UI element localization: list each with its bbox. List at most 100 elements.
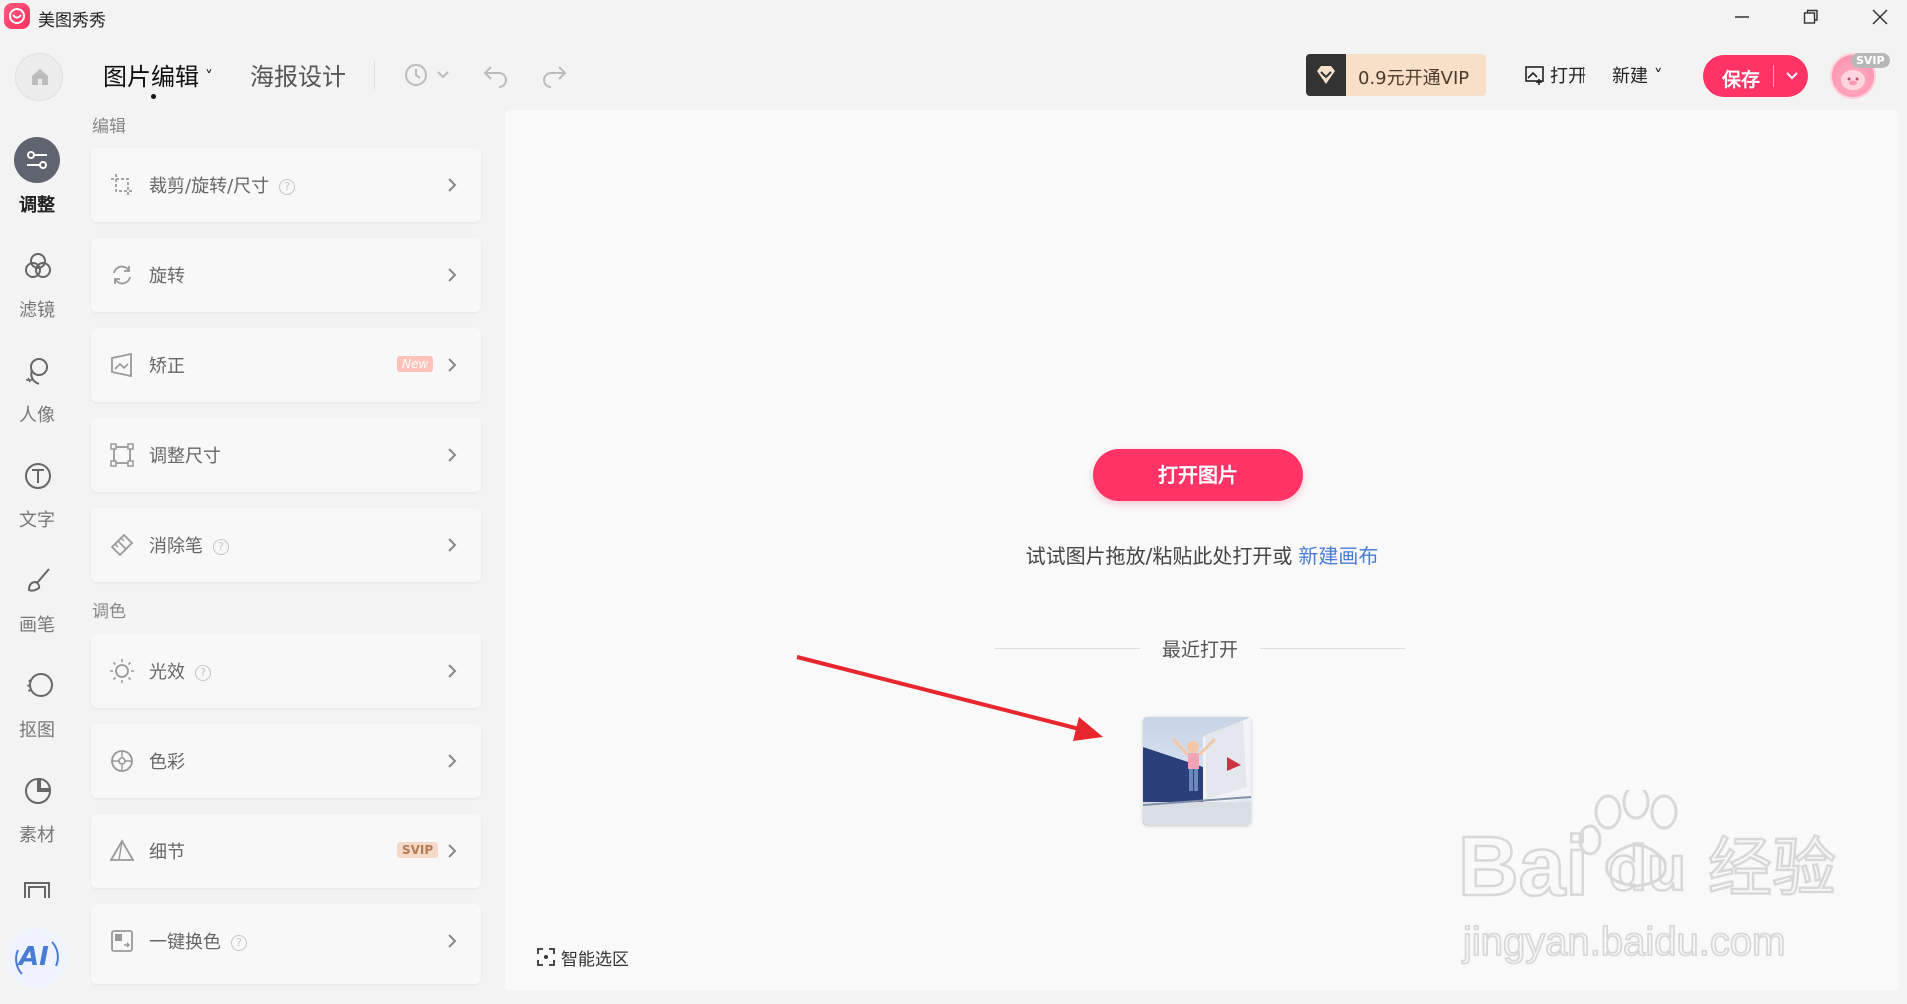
new-file-button[interactable]: 新建 ˅ <box>1612 62 1663 88</box>
brush-icon <box>14 557 60 603</box>
chevron-down-icon: ˅ <box>205 67 213 86</box>
recent-divider-right <box>1260 648 1405 649</box>
annotation-arrow <box>796 655 1103 741</box>
chevron-right-icon <box>448 178 457 192</box>
home-button[interactable] <box>15 53 63 101</box>
minimize-button[interactable] <box>1714 0 1770 34</box>
save-dropdown-chevron-icon[interactable] <box>1783 66 1801 84</box>
vip-promo-label: 0.9元开通VIP <box>1358 68 1470 89</box>
sidebar-item-label: 画笔 <box>19 615 55 636</box>
help-icon[interactable]: ? <box>213 539 229 555</box>
tool-label: 矫正 <box>149 356 185 377</box>
undo-button[interactable] <box>482 61 510 93</box>
chevron-right-icon <box>448 754 457 768</box>
svip-badge: SVIP <box>1851 53 1890 68</box>
new-canvas-link[interactable]: 新建画布 <box>1298 544 1378 568</box>
sidebar-item-portrait[interactable]: 人像 <box>0 347 74 437</box>
recent-image-thumbnail[interactable] <box>1143 717 1251 825</box>
tab-poster-design[interactable]: 海报设计 <box>250 57 346 92</box>
tool-eraser-pen[interactable]: 消除笔? <box>91 508 481 582</box>
recent-open-title: 最近打开 <box>1161 639 1238 661</box>
color-swap-icon <box>111 930 133 952</box>
tool-color[interactable]: 色彩 <box>91 724 481 798</box>
sidebar-item-label: 抠图 <box>19 720 55 741</box>
sidebar-item-brush[interactable]: 画笔 <box>0 557 74 647</box>
sidebar-item-text[interactable]: 文字 <box>0 452 74 542</box>
chevron-right-icon <box>448 844 457 858</box>
tool-label: 细节 <box>149 842 185 863</box>
restore-button[interactable] <box>1783 0 1839 34</box>
sidebar-item-cutout[interactable]: 抠图 <box>0 662 74 752</box>
rotate-icon <box>113 265 131 285</box>
ai-label: AI <box>19 942 49 972</box>
sliders-icon <box>14 137 60 183</box>
sidebar-item-adjust[interactable]: 调整 <box>0 137 74 227</box>
vip-promo-button[interactable]: 0.9元开通VIP <box>1306 54 1486 96</box>
history-button[interactable] <box>402 61 456 93</box>
save-button[interactable]: 保存 <box>1703 55 1808 97</box>
tab-image-edit[interactable]: 图片编辑 ˅ <box>103 57 213 92</box>
smart-select-icon <box>537 948 555 966</box>
color-palette-icon <box>111 750 133 772</box>
app-title: 美图秀秀 <box>38 11 106 31</box>
ai-assistant-button[interactable]: AI <box>7 928 67 988</box>
tool-detail[interactable]: 细节 SVIP <box>91 814 481 888</box>
chevron-right-icon <box>448 538 457 552</box>
tool-one-click-recolor[interactable]: 一键换色? <box>91 904 481 984</box>
drop-hint-text: 试试图片拖放/粘贴此处打开或 <box>1025 544 1293 568</box>
chevron-right-icon <box>448 664 457 678</box>
sidebar-more-icon[interactable] <box>22 880 52 902</box>
detail-triangle-icon <box>110 839 134 861</box>
vip-diamond-icon <box>1306 54 1346 96</box>
cutout-icon <box>14 662 60 708</box>
sidebar-item-filter[interactable]: 滤镜 <box>0 242 74 332</box>
help-icon[interactable]: ? <box>195 665 211 681</box>
chevron-right-icon <box>448 358 457 372</box>
app-logo-icon <box>4 3 30 29</box>
crop-icon <box>111 174 133 196</box>
restore-icon <box>1803 9 1818 24</box>
help-icon[interactable]: ? <box>279 179 296 195</box>
open-image-icon <box>1525 66 1544 85</box>
help-icon[interactable]: ? <box>231 935 247 951</box>
filter-circles-icon <box>14 242 60 288</box>
tool-light-effect[interactable]: 光效? <box>91 634 481 708</box>
new-badge: New <box>397 356 434 372</box>
svip-tool-badge: SVIP <box>397 842 439 858</box>
redo-button[interactable] <box>540 61 568 93</box>
close-icon <box>1872 9 1888 25</box>
section-title-edit: 编辑 <box>92 117 126 137</box>
tool-perspective-correct[interactable]: 矫正 New <box>91 328 481 402</box>
open-file-label: 打开 <box>1550 66 1586 87</box>
chevron-right-icon <box>448 268 457 282</box>
toolbar-separator <box>1583 67 1584 83</box>
tool-label: 光效 <box>149 662 185 683</box>
light-icon <box>110 659 134 683</box>
tool-label: 调整尺寸 <box>149 446 221 467</box>
save-split-divider <box>1773 65 1774 87</box>
perspective-icon <box>111 353 132 377</box>
drop-hint: 试试图片拖放/粘贴此处打开或 新建画布 <box>505 540 1899 569</box>
tool-crop-rotate-size[interactable]: 裁剪/旋转/尺寸? <box>91 148 481 222</box>
recent-divider-left <box>995 648 1140 649</box>
sidebar-item-label: 滤镜 <box>19 300 55 321</box>
tab-image-edit-label: 图片编辑 <box>103 63 199 91</box>
tool-label: 色彩 <box>149 752 185 773</box>
tool-rotate[interactable]: 旋转 <box>91 238 481 312</box>
tool-label: 一键换色 <box>149 932 221 953</box>
text-icon <box>14 452 60 498</box>
redo-icon <box>543 66 567 88</box>
sticker-icon <box>14 767 60 813</box>
sidebar-item-sticker[interactable]: 素材 <box>0 767 74 857</box>
portrait-icon <box>14 347 60 393</box>
tool-label: 消除笔 <box>149 536 203 557</box>
canvas-area[interactable]: 打开图片 试试图片拖放/粘贴此处打开或 新建画布 最近打开 智能选区 <box>505 110 1899 990</box>
home-icon <box>32 69 48 85</box>
tool-resize[interactable]: 调整尺寸 <box>91 418 481 492</box>
open-image-button[interactable]: 打开图片 <box>1093 449 1303 501</box>
sidebar-item-label: 调整 <box>19 195 55 216</box>
toolbar-divider <box>374 61 375 89</box>
resize-icon <box>110 443 134 467</box>
undo-icon <box>483 66 507 88</box>
close-button[interactable] <box>1852 0 1907 34</box>
